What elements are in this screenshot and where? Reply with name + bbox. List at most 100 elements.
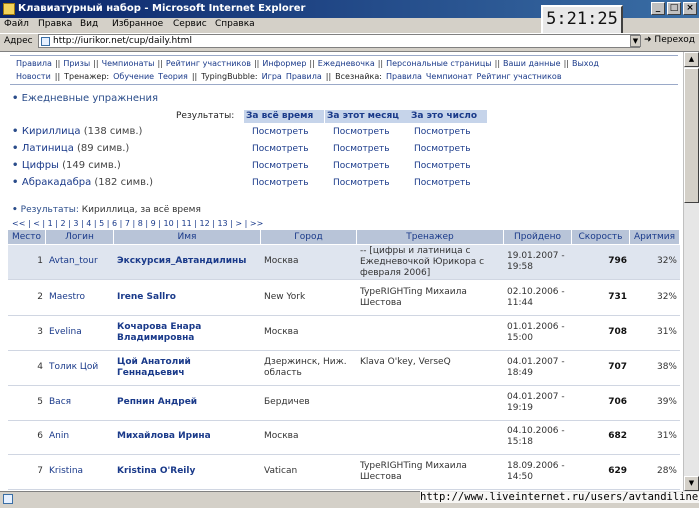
nav-link-8[interactable]: Выход	[572, 59, 599, 68]
column-header-3[interactable]: Город	[261, 230, 357, 244]
cell-name[interactable]: Михайлова Ирина	[117, 431, 258, 442]
cell-arrhythmia: 31%	[656, 431, 677, 441]
pager-link[interactable]: <	[33, 219, 40, 228]
view-link[interactable]: Посмотреть	[414, 178, 471, 188]
view-link[interactable]: Посмотреть	[333, 127, 390, 137]
category-name[interactable]: Кириллица	[22, 126, 81, 137]
daily-exercises-label: Ежедневные упражнения	[21, 93, 159, 104]
cell-trainer: -- [цифры и латиница с Ежедневочкой Юрик…	[360, 246, 485, 278]
address-dropdown-button[interactable]: ▼	[630, 35, 641, 47]
nav-link-5[interactable]: Ежедневочка	[318, 59, 375, 68]
view-link[interactable]: Посмотреть	[414, 161, 471, 171]
scroll-up-icon[interactable]: ▲	[684, 52, 699, 67]
table-row: 5 Вася Репнин Андрей Бердичев 04.01.2007 - 1…	[8, 386, 680, 420]
column-header-6[interactable]: Скорость	[572, 230, 630, 244]
cell-name[interactable]: Экскурсия_Автандилины	[117, 256, 258, 267]
view-link[interactable]: Посмотреть	[333, 144, 390, 154]
scroll-down-icon[interactable]: ▼	[684, 476, 699, 491]
category-name[interactable]: Латиница	[22, 143, 74, 154]
menu-item-5[interactable]: Справка	[215, 19, 255, 29]
category-count: (182 симв.)	[94, 177, 154, 188]
cell-name[interactable]: Кочарова Енара Владимировна	[117, 322, 258, 344]
nav-link-3[interactable]: Рейтинг участников	[166, 59, 251, 68]
address-input[interactable]: http://iurikor.net/cup/daily.html	[38, 34, 640, 48]
vertical-scrollbar[interactable]: ▲ ▼	[683, 52, 699, 491]
view-link[interactable]: Посмотреть	[252, 127, 309, 137]
nav-link-6[interactable]: Персональные страницы	[386, 59, 492, 68]
pager-link[interactable]: 11	[182, 219, 192, 228]
pager-link[interactable]: >>	[250, 219, 263, 228]
scroll-thumb[interactable]	[684, 68, 699, 203]
view-link[interactable]: Посмотреть	[333, 178, 390, 188]
cell-login[interactable]: Evelina	[49, 327, 111, 338]
cell-name[interactable]: Kristina O'Reily	[117, 466, 258, 477]
pager-link[interactable]: <<	[12, 219, 25, 228]
cell-login[interactable]: Anin	[49, 431, 111, 442]
maximize-button[interactable]: □	[667, 2, 681, 15]
cell-login[interactable]: Avtan_tour	[49, 256, 111, 267]
menu-item-3[interactable]: Избранное	[112, 19, 163, 29]
subnav-link-13[interactable]: Рейтинг участников	[476, 72, 561, 81]
view-link[interactable]: Посмотреть	[414, 127, 471, 137]
cell-login[interactable]: Вася	[49, 397, 111, 408]
nav-link-1[interactable]: Призы	[63, 59, 90, 68]
period-this-month[interactable]: За этот месяц	[325, 110, 409, 123]
subnav-link-0[interactable]: Новости	[16, 72, 51, 81]
period-this-date[interactable]: За это число	[409, 110, 487, 123]
pager-link[interactable]: 13	[217, 219, 227, 228]
nav-link-0[interactable]: Правила	[16, 59, 52, 68]
row-divider	[8, 279, 680, 280]
address-label: Адрес	[4, 36, 33, 46]
subnav-link-12[interactable]: Чемпионат	[426, 72, 473, 81]
nav-separator: ||	[494, 59, 501, 68]
view-link[interactable]: Посмотреть	[252, 178, 309, 188]
cell-name[interactable]: Цой Анатолий Геннадьевич	[117, 357, 258, 379]
column-header-1[interactable]: Логин	[46, 230, 114, 244]
cell-speed: 796	[608, 256, 627, 266]
pager-link[interactable]: 12	[199, 219, 209, 228]
menu-item-2[interactable]: Вид	[80, 19, 98, 29]
view-link[interactable]: Посмотреть	[252, 161, 309, 171]
menu-item-0[interactable]: Файл	[4, 19, 29, 29]
column-header-4[interactable]: Тренажер	[357, 230, 504, 244]
menu-item-1[interactable]: Правка	[38, 19, 72, 29]
category-name[interactable]: Абракадабра	[22, 177, 91, 188]
column-header-2[interactable]: Имя	[114, 230, 261, 244]
cell-arrhythmia: 28%	[656, 466, 677, 476]
pager-link[interactable]: 10	[164, 219, 174, 228]
minimize-button[interactable]: _	[651, 2, 665, 15]
cell-name[interactable]: Репнин Андрей	[117, 397, 258, 408]
cell-login[interactable]: Maestro	[49, 292, 111, 303]
subnav-label-2: Тренажер:	[64, 72, 110, 81]
view-link[interactable]: Посмотреть	[252, 144, 309, 154]
column-header-0[interactable]: Место	[8, 230, 46, 244]
column-header-5[interactable]: Пройдено	[504, 230, 572, 244]
subnav-link-4[interactable]: Теория	[158, 72, 188, 81]
sub-nav: Новости || Тренажер: Обучение Теория || Typing…	[16, 72, 566, 81]
period-all-time[interactable]: За всё время	[244, 110, 324, 123]
cell-login[interactable]: Kristina	[49, 466, 111, 477]
cell-login[interactable]: Толик Цой	[49, 362, 111, 373]
nav-link-7[interactable]: Ваши данные	[503, 59, 561, 68]
category-2: • Цифры (149 симв.)	[12, 160, 121, 171]
cell-name[interactable]: Irene Sallro	[117, 292, 258, 303]
category-name[interactable]: Цифры	[22, 160, 59, 171]
column-header-7[interactable]: Аритмия	[630, 230, 680, 244]
subnav-link-8[interactable]: Правила	[286, 72, 322, 81]
nav-link-4[interactable]: Информер	[262, 59, 306, 68]
close-button[interactable]: ×	[683, 2, 697, 15]
cell-city: Дзержинск, Ниж. область	[264, 357, 347, 378]
cell-date: 01.01.2006 - 15:00	[507, 322, 565, 343]
pager-separator: |	[155, 219, 164, 228]
view-link[interactable]: Посмотреть	[414, 144, 471, 154]
nav-link-2[interactable]: Чемпионаты	[102, 59, 155, 68]
go-button[interactable]: ➜ Переход	[644, 35, 695, 45]
subnav-link-3[interactable]: Обучение	[113, 72, 154, 81]
top-nav: Правила || Призы || Чемпионаты || Рейтинг учас…	[16, 59, 599, 68]
menu-item-4[interactable]: Сервис	[173, 19, 207, 29]
subnav-link-7[interactable]: Игра	[262, 72, 282, 81]
cell-city: New York	[264, 292, 306, 302]
subnav-link-11[interactable]: Правила	[386, 72, 422, 81]
view-link[interactable]: Посмотреть	[333, 161, 390, 171]
pager-separator: |	[117, 219, 125, 228]
